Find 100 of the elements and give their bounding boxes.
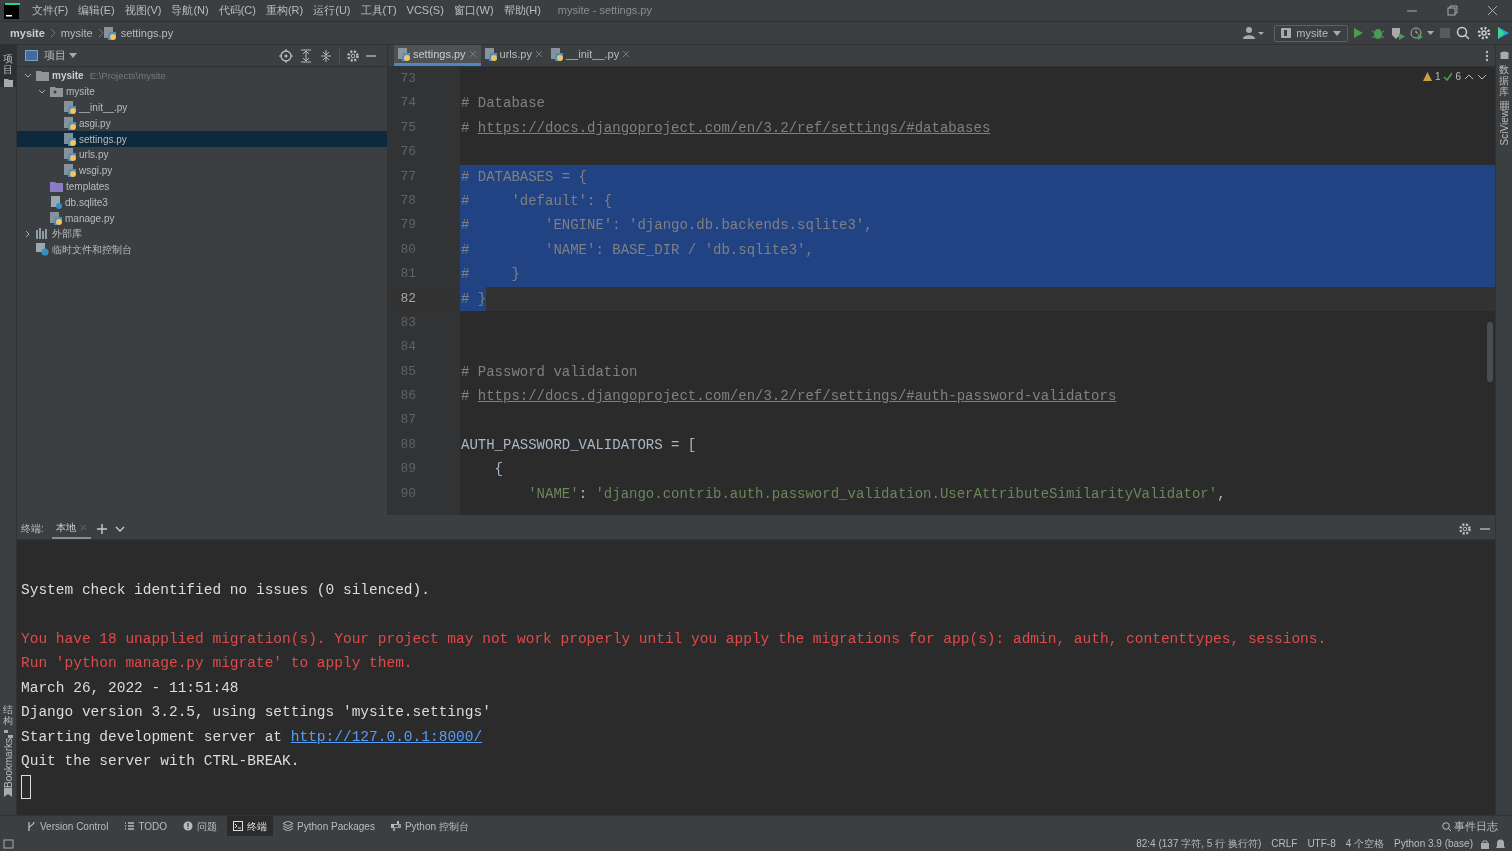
tree-item[interactable]: manage.py <box>17 210 387 226</box>
panel-title: 终端: <box>21 522 44 536</box>
status-item[interactable]: 82:4 (137 字符, 5 行 换行符) <box>1131 836 1267 851</box>
close-icon[interactable] <box>622 50 631 58</box>
python-file-icon <box>551 47 563 61</box>
python-file-icon <box>398 47 410 61</box>
database-icon <box>1499 51 1509 60</box>
warning-icon <box>1422 72 1432 81</box>
user-icon[interactable] <box>1242 26 1267 40</box>
status-item[interactable]: 4 个空格 <box>1340 836 1390 851</box>
library-icon <box>36 228 49 240</box>
status-item[interactable]: UTF-8 <box>1302 836 1341 851</box>
branch-icon <box>26 821 36 831</box>
panel-title: 项目 <box>44 48 66 64</box>
code-text: # DATABASES = { <box>461 168 588 185</box>
code-text: # 'default': { <box>461 192 613 209</box>
chevron-down-icon[interactable] <box>1477 72 1487 81</box>
code-text: # <box>461 388 471 405</box>
breadcrumb-item[interactable]: mysite <box>0 24 50 42</box>
menu-item[interactable]: 导航(N) <box>166 2 214 19</box>
tool-window-tab[interactable]: TODO <box>118 816 174 836</box>
event-log-button[interactable]: 事件日志 <box>1442 817 1512 835</box>
breadcrumb-item[interactable]: mysite <box>55 24 98 42</box>
code-link[interactable]: https://docs.djangoproject.com/en/3.2/ref/settings/#databases <box>477 119 991 136</box>
tree-item[interactable]: 临时文件和控制台 <box>17 241 387 258</box>
lock-icon[interactable] <box>1478 838 1492 849</box>
caret-icon[interactable] <box>66 52 78 59</box>
menu-item[interactable]: 视图(V) <box>119 2 167 19</box>
menu-item[interactable]: VCS(S) <box>401 2 449 19</box>
tree-item[interactable]: urls.py <box>17 147 387 163</box>
code-text: # Database <box>461 95 545 112</box>
menu-item[interactable]: 工具(T) <box>355 2 402 19</box>
window-icon <box>25 50 39 61</box>
python-file-icon <box>64 164 76 178</box>
tool-window-tab[interactable]: Python 控制台 <box>384 816 475 836</box>
info-icon <box>183 821 194 831</box>
python-file-icon <box>103 26 116 40</box>
python-file-icon <box>64 116 76 130</box>
package-folder-icon <box>50 86 63 98</box>
locate-icon[interactable] <box>276 48 296 63</box>
terminal-icon <box>233 821 244 831</box>
side-tab[interactable]: 数据库 <box>1499 64 1509 97</box>
code-text: # Password validation <box>461 363 638 380</box>
terminal-text: You have 18 unapplied migration(s). Your project may not work properly until you apply the migrations for app(s): admin, auth, contenttypes, sessions. <box>21 629 1327 649</box>
breadcrumb-item[interactable]: settings.py <box>115 24 179 42</box>
terminal-tab[interactable]: 本地 <box>51 518 91 539</box>
grid-icon <box>1499 101 1509 110</box>
side-tab[interactable]: Bookmarks <box>0 738 16 788</box>
file-icon <box>50 195 62 209</box>
tree-item[interactable]: mysite <box>17 83 387 100</box>
status-item[interactable]: Python 3.9 (base) <box>1389 836 1478 851</box>
menu-item[interactable]: 重构(R) <box>260 2 309 19</box>
code-text: # <box>461 119 471 136</box>
code-text: # 'ENGINE': 'django.db.backends.sqlite3', <box>461 217 873 234</box>
tree-item[interactable]: settings.py <box>17 131 387 147</box>
tool-window-tab[interactable]: Version Control <box>20 816 115 836</box>
python-file-icon <box>64 148 76 162</box>
chevron-icon <box>49 28 56 38</box>
editor-tab[interactable]: __init__.py <box>547 45 635 66</box>
run-config-dropdown[interactable]: mysite <box>1274 24 1348 42</box>
check-icon <box>1443 72 1453 81</box>
layers-icon <box>283 821 294 831</box>
profile-icon[interactable] <box>1408 26 1436 40</box>
code-text: , <box>1217 485 1226 502</box>
code-text: : <box>578 485 589 502</box>
warning-count: 1 <box>1434 70 1441 84</box>
chevron-up-icon[interactable] <box>1464 72 1474 81</box>
code-text: { <box>493 461 503 478</box>
tree-item[interactable]: db.sqlite3 <box>17 194 387 211</box>
terminal-text: March 26, 2022 - 11:51:48 <box>21 678 239 698</box>
code-text: 'NAME' <box>527 485 579 502</box>
terminal-link[interactable]: http://127.0.0.1:8000/ <box>290 724 483 749</box>
folder-icon <box>36 70 49 82</box>
tool-window-tab[interactable]: 问题 <box>177 816 224 836</box>
code-text: AUTH_PASSWORD_VALIDATORS = [ <box>461 436 697 453</box>
side-tab[interactable]: 结构 <box>3 704 13 726</box>
editor-tab[interactable]: settings.py <box>394 45 481 66</box>
editor-tab[interactable]: urls.py <box>480 45 547 66</box>
tree-item[interactable]: wsgi.py <box>17 162 387 179</box>
menu-item[interactable]: 文件(F) <box>27 2 74 19</box>
code-link[interactable]: https://docs.djangoproject.com/en/3.2/ref/settings/#auth-password-validators <box>477 388 1117 405</box>
close-icon[interactable] <box>535 50 543 58</box>
menu-item[interactable]: 编辑(E) <box>73 2 120 19</box>
tool-window-tab[interactable]: Python Packages <box>277 816 381 836</box>
tree-item[interactable]: 外部库 <box>17 225 387 242</box>
status-item[interactable]: CRLF <box>1266 836 1303 851</box>
tool-window-tab[interactable]: 终端 <box>227 816 274 836</box>
tree-item[interactable]: templates <box>17 178 387 195</box>
menu-item[interactable]: 运行(U) <box>308 2 356 19</box>
menu-item[interactable]: 帮助(H) <box>498 2 546 19</box>
chevron-icon <box>97 28 104 38</box>
code-text: # } <box>461 290 487 307</box>
tree-item[interactable]: __init__.py <box>17 99 387 116</box>
tree-item[interactable]: mysite E:\Projects\mysite <box>17 68 387 84</box>
folder-icon <box>3 79 13 87</box>
menu-item[interactable]: 代码(C) <box>213 2 261 19</box>
menu-item[interactable]: 窗口(W) <box>448 2 499 19</box>
tree-item[interactable]: asgi.py <box>17 115 387 132</box>
side-tab[interactable]: SciView <box>1496 110 1512 146</box>
scrollbar-thumb[interactable] <box>1487 322 1493 382</box>
